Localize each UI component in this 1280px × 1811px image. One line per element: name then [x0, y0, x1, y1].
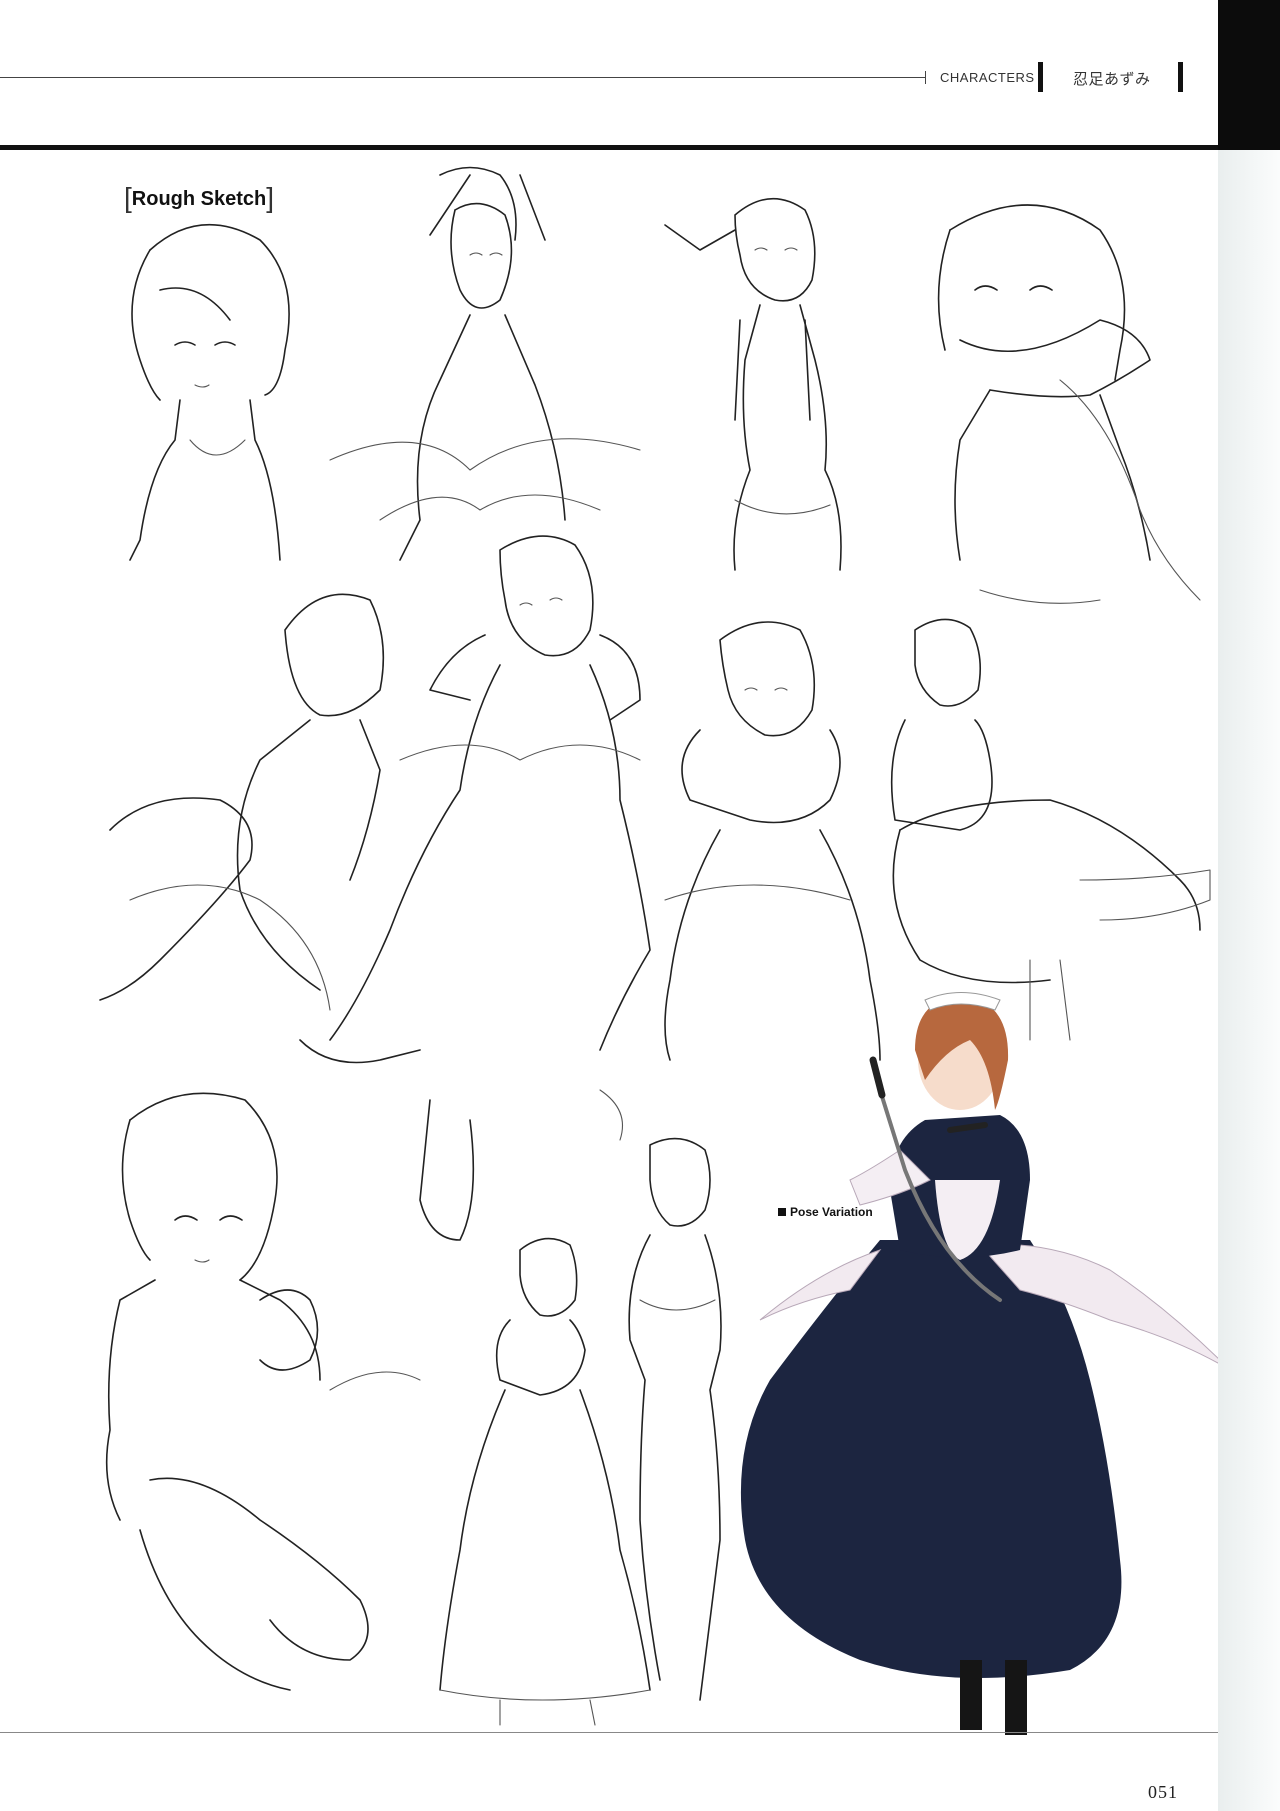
- footer-rule: [0, 1732, 1218, 1733]
- maid-leg-left: [960, 1660, 982, 1730]
- maid-leg-right: [1005, 1660, 1027, 1735]
- page-number: 051: [1148, 1782, 1178, 1802]
- corner-block: [1218, 0, 1280, 150]
- katana-handle: [869, 1056, 886, 1099]
- maid-figure: [740, 992, 1218, 1735]
- maid-color-illustration: [740, 992, 1218, 1735]
- maid-skirt: [740, 1240, 1122, 1678]
- artbook-page: CHARACTERS 忍足あずみ [Rough Sketch] Pose Var…: [0, 0, 1280, 1811]
- side-margin-strip: [1218, 150, 1280, 1811]
